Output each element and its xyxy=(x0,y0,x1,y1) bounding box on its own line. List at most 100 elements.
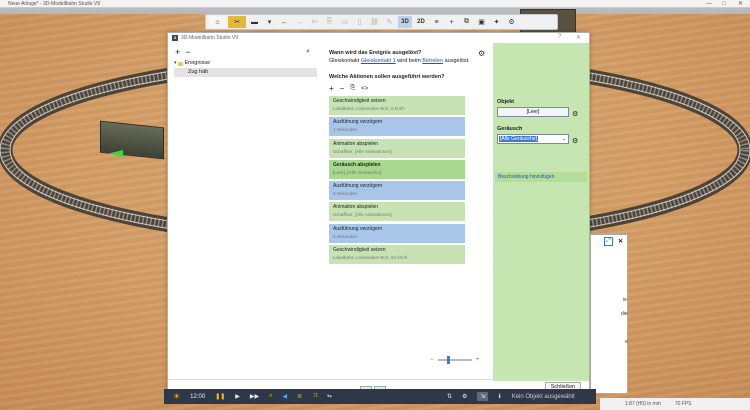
mode-3d-button[interactable]: 3D xyxy=(398,16,412,28)
track-contact-link[interactable]: Gleiskontakt 1 xyxy=(361,58,396,64)
action-name: Geräusch abspielen xyxy=(333,161,381,168)
actions-heading: Welche Aktionen sollen ausgeführt werden… xyxy=(329,74,445,80)
action-item-selected[interactable]: Geräusch abspielen [Leer], [Alle Geräusch… xyxy=(329,159,465,179)
sound-gear-icon[interactable]: ⚙ xyxy=(572,137,578,145)
add-action-icon[interactable]: + xyxy=(329,84,334,93)
action-name: Ausführung verzögern xyxy=(333,119,383,126)
edit-icon[interactable]: ✎ xyxy=(383,16,396,28)
zoom-slider[interactable] xyxy=(437,356,472,364)
side-panel-text: die xyxy=(621,311,628,317)
chevron-down-icon[interactable]: ▾ xyxy=(174,59,177,68)
action-item[interactable]: Geschwindigkeit setzen Lokalbahn Lokomoti… xyxy=(329,245,465,265)
bottom-control-bar: ☀ 12:00 ❚❚ ▶ ▶▶ ⌕ ◀ ≋ ⤨ ↬ ⇅ ⚙ ⇲ ℹ Kein O… xyxy=(164,389,596,404)
undo-icon[interactable]: ← xyxy=(278,16,291,28)
sound-label: Geräusch xyxy=(497,126,523,132)
action-detail: Schaffner, [Alle Animationen] xyxy=(333,212,392,218)
clone-icon[interactable]: ⧉ xyxy=(460,16,473,28)
zoom-out-icon[interactable]: − xyxy=(430,357,434,363)
delete-icon[interactable]: ▯ xyxy=(353,16,366,28)
sun-icon[interactable]: ☀ xyxy=(173,392,180,401)
expand-icon[interactable]: ⤢ xyxy=(604,236,613,246)
add-description-link[interactable]: Beschreibung hinzufügen xyxy=(495,172,587,182)
tree-item-ereignisse[interactable]: ▾ Ereignisse xyxy=(170,59,320,68)
paste-icon[interactable]: ▭ xyxy=(338,16,351,28)
action-item[interactable]: Geschwindigkeit setzen Lokalbahn Lokomoti… xyxy=(329,96,465,115)
remove-action-icon[interactable]: − xyxy=(340,84,345,93)
action-detail: 5 Sekunden xyxy=(333,233,358,239)
main-toolbar: ⌂ ✂ ▬ ▾ ← → ✄ ⎘ ▭ ▯ ⛓ ✎ 3D 2D ≡ + ⧉ ▣ ✦ … xyxy=(205,14,558,30)
trigger-mode-link[interactable]: Betreten xyxy=(422,58,443,64)
side-panel: ⤢ ✕ ie die e xyxy=(590,234,628,394)
action-detail: Lokalbahn Lokomotive Bn2, 0 km/h xyxy=(333,106,405,111)
camera-icon[interactable]: ▣ xyxy=(475,16,488,28)
zoom-slider-thumb[interactable] xyxy=(446,356,450,364)
puzzle-icon[interactable]: ✦ xyxy=(490,16,503,28)
trigger-description: Gleiskontakt Gleiskontakt 1 wird beim Be… xyxy=(329,58,494,64)
action-properties-pane: Objekt [Leer] ⚙ Geräusch [Alle Geräusche… xyxy=(493,43,589,381)
add-event-icon[interactable]: + xyxy=(175,47,180,57)
event-editor-icon[interactable]: ⇲ xyxy=(477,392,489,401)
add-icon[interactable]: + xyxy=(445,16,458,28)
search-icon[interactable]: ⌕ xyxy=(306,48,310,56)
side-panel-close-icon[interactable]: ✕ xyxy=(616,237,625,246)
side-panel-header: ⤢ ✕ xyxy=(591,235,627,247)
shuffle-icon[interactable]: ⤨ xyxy=(312,393,317,400)
copy-icon[interactable]: ⎘ xyxy=(323,16,336,28)
object-gear-icon[interactable]: ⚙ xyxy=(572,110,578,118)
tree-item-zug-haelt[interactable]: Zug hält xyxy=(174,68,317,77)
save-icon[interactable]: ▬ xyxy=(248,16,261,28)
event-tree-pane: + − ⌕ ▾ Ereignisse Zug hält xyxy=(170,45,320,381)
redo-icon[interactable]: → xyxy=(293,16,306,28)
tree-toolbar: + − ⌕ xyxy=(170,45,320,59)
action-item[interactable]: Ausführung verzögern 1 Sekunden xyxy=(329,117,465,137)
copy-action-icon[interactable]: ⎘ xyxy=(350,85,355,92)
dialog-titlebar: 3 3D-Modellbahn Studio V9 ? ✕ xyxy=(168,33,589,43)
trigger-settings-gear-icon[interactable]: ⚙ xyxy=(478,49,485,58)
pause-icon[interactable]: ❚❚ xyxy=(215,393,225,400)
action-name: Geschwindigkeit setzen xyxy=(333,98,386,104)
action-item[interactable]: Animation abspielen Schaffner, [Alle Anim… xyxy=(329,138,465,158)
home-icon[interactable]: ⌂ xyxy=(209,16,226,28)
action-name: Animation abspielen xyxy=(333,204,379,211)
route-icon[interactable]: ↬ xyxy=(327,393,332,400)
adjust-icon[interactable]: ⇅ xyxy=(447,393,452,400)
selection-status: Kein Objekt ausgewählt xyxy=(511,393,575,400)
chevron-down-icon[interactable]: ⌄ xyxy=(562,136,566,142)
object-field[interactable]: [Leer] xyxy=(497,107,569,117)
tools-icon[interactable]: ✂ xyxy=(228,16,246,28)
settings-icon[interactable]: ⚙ xyxy=(505,16,518,28)
layers-icon[interactable]: ≋ xyxy=(297,393,302,400)
statusbar: 1:87 (H0) in mm 70 FPS xyxy=(600,398,750,410)
action-item[interactable]: Animation abspielen Schaffner, [Alle Anim… xyxy=(329,202,465,222)
action-detail: Lokalbahn Lokomotive Bn2, 50 km/h xyxy=(333,255,408,261)
info-icon[interactable]: ℹ xyxy=(498,393,500,400)
dropdown-icon[interactable]: ▾ xyxy=(263,16,276,28)
fast-forward-icon[interactable]: ▶▶ xyxy=(250,393,259,400)
action-detail: 1 Sekunden xyxy=(333,127,358,133)
time-display[interactable]: 12:00 xyxy=(190,394,205,400)
dialog-close-icon[interactable]: ✕ xyxy=(576,34,581,41)
sound-select[interactable]: [Alle Geräusche] ⌄ xyxy=(497,134,569,144)
action-item[interactable]: Ausführung verzögern 5 Sekunden xyxy=(329,223,465,243)
gear-icon[interactable]: ⚙ xyxy=(462,393,467,400)
remove-event-icon[interactable]: − xyxy=(185,47,190,57)
tree-item-label: Zug hält xyxy=(188,69,208,75)
cut-icon[interactable]: ✄ xyxy=(308,16,321,28)
layers-icon[interactable]: ≡ xyxy=(430,16,443,28)
mode-2d-button[interactable]: 2D xyxy=(414,16,428,28)
dialog-title: 3D-Modellbahn Studio V9 xyxy=(181,35,238,41)
folder-icon xyxy=(177,61,183,66)
code-icon[interactable]: <> xyxy=(361,86,368,92)
help-icon[interactable]: ? xyxy=(558,34,561,40)
zoom-in-icon[interactable]: + xyxy=(476,357,480,363)
action-detail: Schaffner, [Alle Animationen] xyxy=(333,148,392,154)
side-panel-text: ie xyxy=(623,297,627,303)
action-item[interactable]: Ausführung verzögern 5 Sekunden xyxy=(329,181,465,201)
search-icon[interactable]: ⌕ xyxy=(269,393,272,400)
action-name: Ausführung verzögern xyxy=(333,225,383,232)
scale-readout: 1:87 (H0) in mm xyxy=(625,401,661,407)
play-icon[interactable]: ▶ xyxy=(235,393,240,400)
trigger-question: Wann wird das Ereignis ausgelöst? xyxy=(329,50,422,56)
link-icon[interactable]: ⛓ xyxy=(368,16,381,28)
camera-view-icon[interactable]: ◀ xyxy=(282,393,287,400)
